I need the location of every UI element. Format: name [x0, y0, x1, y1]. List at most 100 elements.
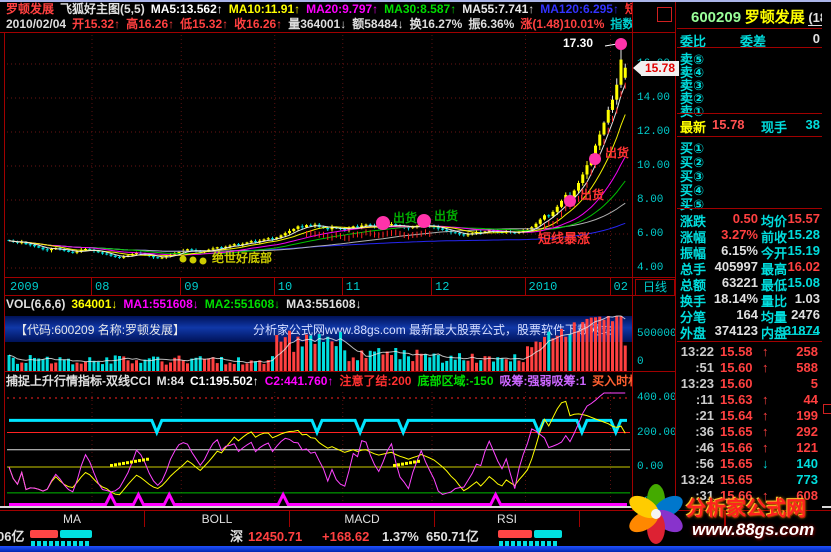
price-axis-label: 10.00	[637, 160, 670, 172]
cci-indicator-chart[interactable]	[5, 390, 632, 507]
time-axis-label: 08	[95, 280, 109, 294]
cci-header-seg: M:84	[157, 374, 184, 388]
price-axis-label: 12.00	[637, 126, 670, 138]
ohlc-info-bar-seg: 收16.26↑	[234, 17, 282, 31]
ohlc-info-bar-seg: 指数(-8	[610, 17, 632, 31]
stat-value: 164	[708, 307, 758, 322]
stat-value: 63221	[708, 275, 758, 290]
volume-axis-label: 500000	[637, 328, 677, 340]
tx-price: 15.64	[720, 408, 753, 423]
tab-ma[interactable]: MA	[0, 511, 145, 527]
stat-value: 16.02	[775, 259, 820, 274]
panel-scroll-strip[interactable]	[823, 0, 831, 510]
chart-title-bar-seg: MA55:7.741↑	[462, 2, 534, 16]
bottom-signal-dot	[200, 258, 207, 265]
tx-time: :56	[680, 456, 714, 471]
cci-axis-label: 0.00	[637, 461, 663, 473]
stat-value: 15.28	[775, 227, 820, 242]
tab-boll[interactable]: BOLL	[145, 511, 290, 527]
cci-header-seg: C1:195.502↑	[190, 374, 259, 388]
tx-price: 15.58	[720, 344, 753, 359]
volume-axis-label: 0	[637, 356, 644, 368]
stat-value: 15.19	[775, 243, 820, 258]
month-tick	[525, 278, 526, 295]
time-axis: 20090809101112201002	[5, 278, 632, 295]
volume-header-seg: MA2:551608↓	[205, 297, 280, 311]
time-axis-label: 2009	[10, 280, 39, 294]
border-xaxis-top	[4, 277, 676, 278]
current-price-tag: 15.78	[641, 61, 679, 76]
tx-time: :46	[680, 440, 714, 455]
stat-value: 31874	[775, 323, 820, 338]
stat-value: 374123	[708, 323, 758, 338]
calendar-icon[interactable]	[657, 7, 672, 22]
scroll-up-icon[interactable]	[823, 404, 831, 414]
tx-time: :11	[680, 392, 714, 407]
chart-annotation: 出货	[434, 208, 458, 223]
tab-macd[interactable]: MACD	[290, 511, 435, 527]
buy-zone-line	[9, 495, 627, 505]
tx-volume: 121	[776, 440, 818, 455]
period-daily-label[interactable]: 日线	[635, 279, 675, 296]
chart-title-bar-seg: MA30:8.587↑	[384, 2, 456, 16]
month-tick	[610, 278, 611, 295]
volume-chart[interactable]	[5, 314, 632, 372]
main-candlestick-chart[interactable]: 17.30出货出货出货出货短线暴涨绝世好底部	[5, 33, 632, 277]
sz-amount-text: 650.71亿	[426, 528, 479, 546]
tx-price: 15.60	[720, 376, 753, 391]
cci-header: 捕捉上升行情指标-双线CCIM:84C1:195.502↑C2:441.760↑…	[6, 374, 632, 389]
time-axis-label: 11	[346, 280, 360, 294]
window-bottom-edge	[0, 546, 831, 552]
tab-rsi[interactable]: RSI	[435, 511, 580, 527]
adv-decline-bars	[498, 530, 564, 539]
cci-header-seg: 底部区域:-150	[417, 374, 493, 388]
up-arrow-icon: ↑	[762, 392, 769, 407]
chart-annotation: 出货	[605, 145, 629, 160]
chart-title-bar-seg: MA20:9.797↑	[306, 2, 378, 16]
tx-price: 15.66	[720, 440, 753, 455]
price-axis-label: 14.00	[637, 92, 670, 104]
ohlc-info-bar: 2010/02/04开15.32↑高16.26↑低15.32↑收16.26↑量3…	[6, 17, 632, 32]
tx-price: 15.65	[720, 456, 753, 471]
sell-signal-dot	[376, 216, 390, 230]
month-tick	[342, 278, 343, 295]
sz-index-value[interactable]: 12450.71	[248, 528, 302, 546]
ohlc-info-bar-seg: 低15.32↑	[180, 17, 228, 31]
chart-title-bar-seg: 罗顿发展	[6, 2, 54, 16]
volume-header-seg: MA1:551608↓	[123, 297, 198, 311]
ohlc-info-bar-seg: 额58484↓	[352, 17, 403, 31]
cci-header-seg: 买入时机	[592, 374, 632, 388]
cci-axis-label: 400.00	[637, 392, 677, 404]
tx-volume: 5	[776, 376, 818, 391]
up-arrow-icon: ↑	[762, 408, 769, 423]
stock-name: 罗顿发展	[745, 9, 805, 26]
lot-value: 38	[775, 117, 820, 132]
chart-annotation: 出货	[580, 187, 604, 202]
flower-logo	[626, 482, 686, 544]
price-axis-label: 6.00	[637, 228, 663, 240]
bottom-signal-dot	[180, 256, 187, 263]
chart-annotation: 17.30	[563, 36, 593, 50]
chart-title-bar-seg: MA5:13.562↑	[151, 2, 223, 16]
tx-volume: 588	[776, 360, 818, 375]
time-axis-label: 10	[278, 280, 292, 294]
sz-index-pct: 1.37%	[382, 528, 419, 546]
sell-signal-dot	[615, 38, 627, 50]
cci-line-C1	[9, 401, 625, 494]
month-tick	[274, 278, 275, 295]
tx-time: :21	[680, 408, 714, 423]
window-top-edge	[0, 0, 831, 2]
buy-level-label: 买⑤	[680, 197, 704, 212]
ohlc-info-bar-seg: 换16.27%	[410, 17, 463, 31]
chart-title-bar-seg: MA10:11.91↑	[229, 2, 300, 16]
cci-header-seg: 吸筹:强弱吸筹:1	[500, 374, 587, 388]
ohlc-info-bar-seg: 高16.26↑	[126, 17, 174, 31]
month-tick	[431, 278, 432, 295]
stat-value: 15.08	[775, 275, 820, 290]
cci-header-seg: 捕捉上升行情指标-双线CCI	[6, 374, 151, 388]
stock-count: (183)	[808, 10, 822, 26]
border-vol-top	[4, 295, 676, 296]
price-axis-label: 8.00	[637, 194, 663, 206]
sh-amount-text: 06亿	[0, 528, 24, 546]
stock-header[interactable]: 600209 罗顿发展 (183)	[691, 6, 822, 27]
